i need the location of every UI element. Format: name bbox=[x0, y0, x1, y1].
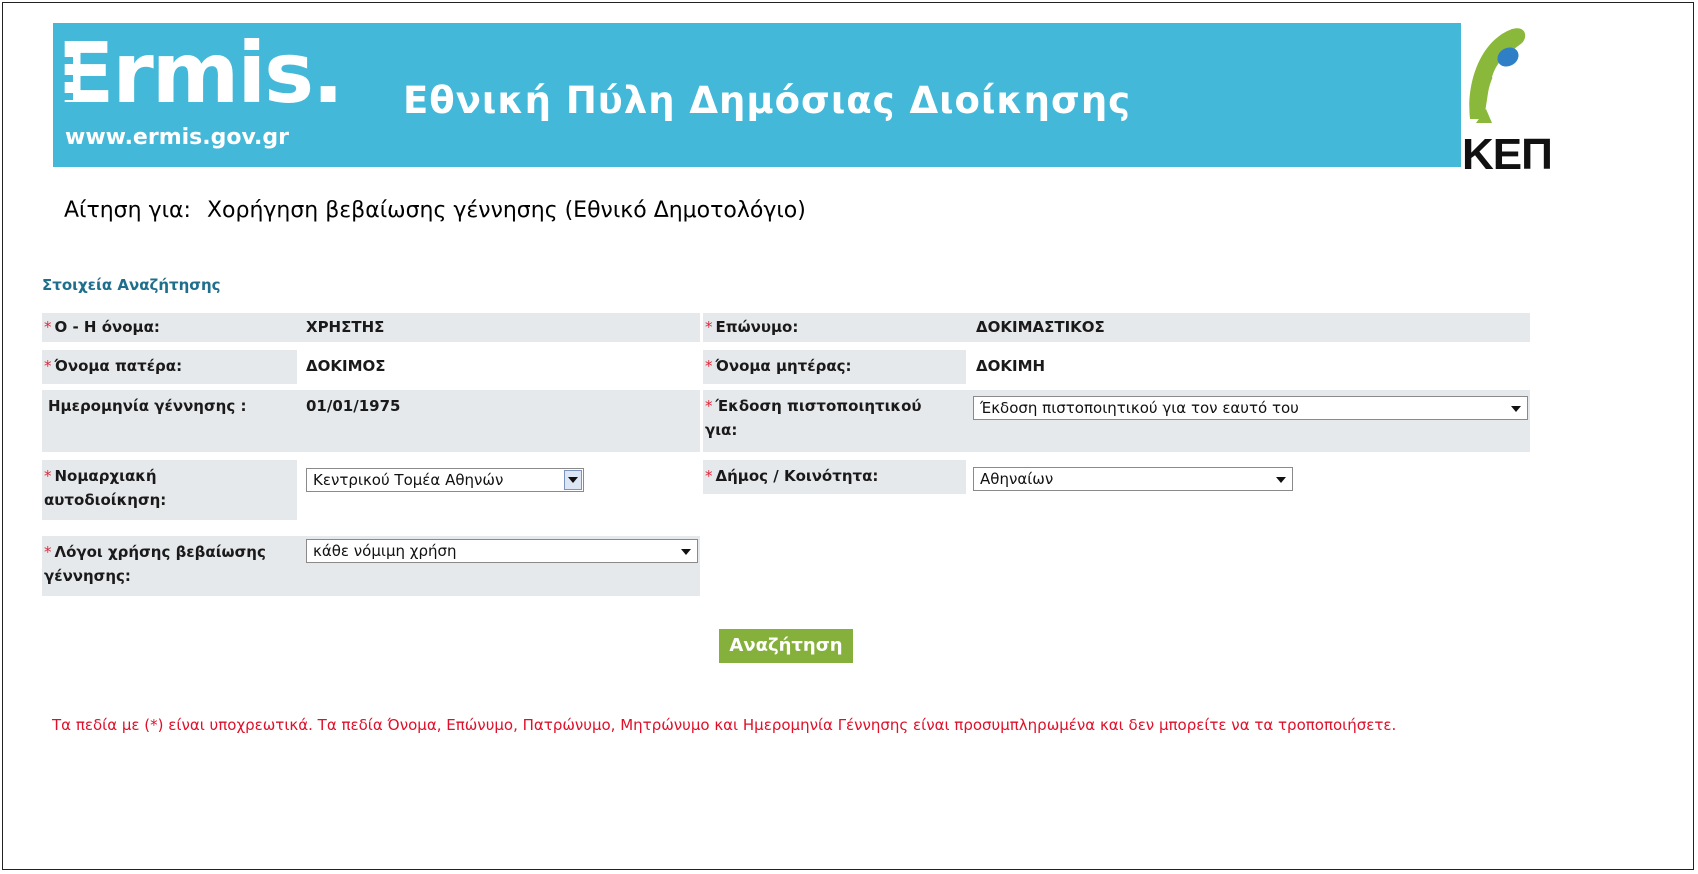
chevron-down-icon bbox=[568, 477, 578, 483]
prefecture-label: * Νομαρχιακή αυτοδιοίκηση: bbox=[42, 460, 297, 520]
usage-reason-select[interactable]: κάθε νόμιμη χρήση bbox=[306, 539, 698, 563]
dropdown-button[interactable] bbox=[564, 470, 582, 490]
chevron-down-icon bbox=[681, 549, 691, 555]
certificate-for-select[interactable]: Έκδοση πιστοποιητικού για τον εαυτό του bbox=[973, 396, 1528, 420]
municipality-select[interactable]: Αθηναίων bbox=[973, 467, 1293, 491]
surname-label: * Επώνυμο: bbox=[703, 313, 966, 342]
search-button[interactable]: Αναζήτηση bbox=[719, 629, 853, 663]
municipality-label: * Δήμος / Κοινότητα: bbox=[703, 460, 966, 494]
surname-value: ΔΟΚΙΜΑΣΤΙΚΟΣ bbox=[976, 318, 1105, 336]
kep-symbol-icon bbox=[1469, 28, 1526, 123]
request-heading: Αίτηση για: Χορήγηση βεβαίωσης γέννησης (… bbox=[64, 198, 806, 223]
kep-logo: ΚΕΠ bbox=[1462, 23, 1553, 177]
header-banner: Ermis. www.ermis.gov.gr Εθνική Πύλη Δημό… bbox=[53, 23, 1461, 167]
logo-url[interactable]: www.ermis.gov.gr bbox=[65, 125, 289, 150]
prefecture-select[interactable]: Κεντρικού Τομέα Αθηνών bbox=[306, 468, 584, 492]
first-name-label: * Ο - Η όνομα: bbox=[42, 313, 297, 342]
usage-reason-label: * Λόγοι χρήσης βεβαίωσης γέννησης: bbox=[42, 536, 297, 596]
mother-name-value: ΔΟΚΙΜΗ bbox=[976, 357, 1046, 375]
kep-text: ΚΕΠ bbox=[1462, 130, 1553, 179]
section-title: Στοιχεία Αναζήτησης bbox=[42, 276, 221, 294]
chevron-down-icon bbox=[1511, 406, 1521, 412]
required-mark: * bbox=[44, 318, 52, 336]
ermis-logo[interactable]: Ermis. bbox=[57, 23, 344, 123]
request-service: Χορήγηση βεβαίωσης γέννησης (Εθνικό Δημο… bbox=[206, 198, 806, 223]
request-label: Αίτηση για: bbox=[64, 198, 191, 223]
required-fields-note: Τα πεδία με (*) είναι υποχρεωτικά. Τα πε… bbox=[52, 716, 1397, 734]
father-name-label: * Όνομα πατέρα: bbox=[42, 350, 297, 384]
birth-date-value: 01/01/1975 bbox=[306, 397, 401, 415]
birth-date-label: Ημερομηνία γέννησης : bbox=[42, 390, 297, 452]
certificate-for-label: * Έκδοση πιστοποιητικού για: bbox=[703, 390, 966, 452]
portal-title: Εθνική Πύλη Δημόσιας Διοίκησης bbox=[403, 79, 1132, 122]
father-name-value: ΔΟΚΙΜΟΣ bbox=[306, 357, 386, 375]
chevron-down-icon bbox=[1276, 477, 1286, 483]
mother-name-label: * Όνομα μητέρας: bbox=[703, 350, 966, 384]
first-name-value: ΧΡΗΣΤΗΣ bbox=[306, 318, 385, 336]
